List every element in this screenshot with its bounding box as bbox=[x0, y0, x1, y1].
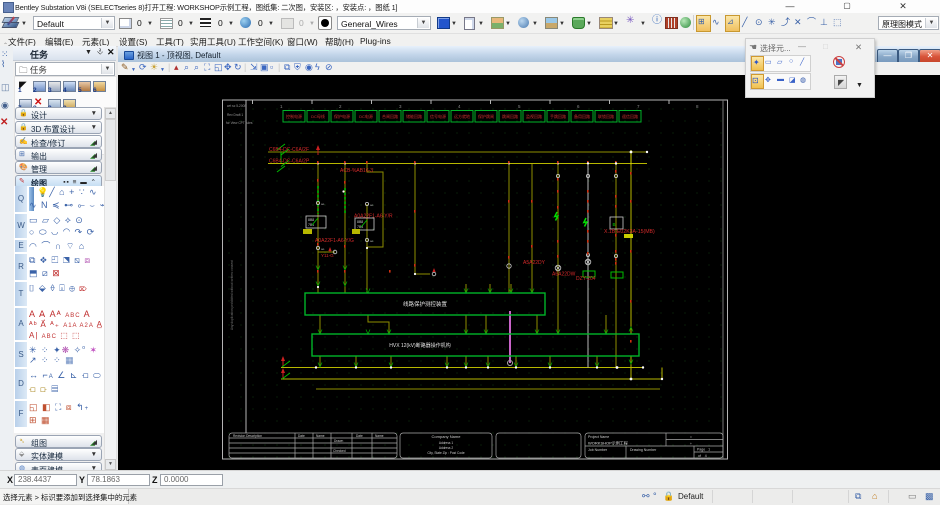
svg-text:Address 2: Address 2 bbox=[439, 446, 454, 450]
svg-text:oo: oo bbox=[321, 247, 325, 251]
svg-text:Drawn: Drawn bbox=[334, 439, 343, 443]
svg-text:City, State Zip : Post Code: City, State Zip : Post Code bbox=[427, 451, 465, 455]
svg-text:Project Name: Project Name bbox=[588, 435, 609, 439]
svg-text:信号电源: 信号电源 bbox=[430, 113, 446, 119]
svg-text:+: + bbox=[690, 442, 692, 446]
svg-text:Drawing Number: Drawing Number bbox=[630, 448, 657, 452]
svg-text:保护跳闸: 保护跳闸 bbox=[478, 113, 494, 119]
svg-text:Date: Date bbox=[298, 434, 305, 438]
svg-text:跳闸回路: 跳闸回路 bbox=[502, 113, 518, 119]
svg-text:8B8: 8B8 bbox=[308, 218, 314, 222]
svg-text:Date: Date bbox=[356, 434, 363, 438]
svg-text:HVX 12(kV)断路器操作机构: HVX 12(kV)断路器操作机构 bbox=[389, 342, 450, 349]
svg-text:for View CPT rules: for View CPT rules bbox=[226, 121, 253, 125]
svg-text:A6A22DW: A6A22DW bbox=[552, 272, 576, 278]
svg-text:遥信回路: 遥信回路 bbox=[622, 113, 638, 119]
svg-text:wrt sc 5-2008: wrt sc 5-2008 bbox=[227, 104, 246, 108]
svg-text:Name: Name bbox=[316, 434, 325, 438]
svg-text:Company Name: Company Name bbox=[432, 434, 462, 439]
svg-text:保护电源: 保护电源 bbox=[334, 113, 350, 119]
svg-text:联锁回路: 联锁回路 bbox=[598, 113, 614, 119]
svg-text:8B8: 8B8 bbox=[357, 220, 363, 224]
svg-text:Name: Name bbox=[375, 434, 384, 438]
svg-text:Address 1: Address 1 bbox=[439, 441, 454, 445]
svg-text:C6B4-DC-C6A/2F: C6B4-DC-C6A/2F bbox=[269, 147, 309, 153]
svg-text:合闸回路: 合闸回路 bbox=[382, 113, 398, 119]
svg-text:线路保护测控装置: 线路保护测控装置 bbox=[403, 300, 448, 308]
svg-text:Page 1: Page 1 bbox=[697, 448, 710, 452]
svg-text:B: B bbox=[613, 222, 616, 227]
svg-text:oo: oo bbox=[370, 239, 374, 243]
svg-text:ACB-%AB16-3: ACB-%AB16-3 bbox=[340, 168, 373, 174]
svg-text:远方就地: 远方就地 bbox=[454, 113, 470, 119]
svg-text:Checked: Checked bbox=[333, 449, 346, 453]
svg-text:A5A22DY: A5A22DY bbox=[523, 260, 546, 266]
svg-text:备用回路: 备用回路 bbox=[574, 113, 590, 119]
svg-text:Y11-G: Y11-G bbox=[321, 253, 334, 258]
svg-text:Rev Draft 1: Rev Draft 1 bbox=[227, 113, 243, 117]
svg-text:X.1B-E02K3A-15(MB): X.1B-E02K3A-15(MB) bbox=[604, 229, 655, 235]
svg-text:DC母线: DC母线 bbox=[311, 113, 325, 119]
svg-text:Any duplication prohibited wit: Any duplication prohibited without writt… bbox=[230, 260, 234, 330]
svg-text:WORKSHOP示例工程: WORKSHOP示例工程 bbox=[588, 440, 628, 446]
svg-text:oo: oo bbox=[321, 202, 325, 206]
svg-text:of 4: of 4 bbox=[698, 454, 707, 458]
svg-text:Revision Description: Revision Description bbox=[233, 434, 262, 438]
svg-text:监视回路: 监视回路 bbox=[526, 113, 542, 119]
svg-text:A0A22F1-A6-Y/R: A0A22F1-A6-Y/R bbox=[354, 214, 393, 220]
svg-text:手跳回路: 手跳回路 bbox=[550, 113, 566, 119]
svg-text:Job Number: Job Number bbox=[588, 448, 608, 452]
svg-text:DC电源: DC电源 bbox=[359, 113, 373, 119]
svg-text:A0A22F1-A6-Y/G: A0A22F1-A6-Y/G bbox=[315, 238, 354, 244]
svg-text:储能回路: 储能回路 bbox=[406, 113, 422, 119]
svg-text:oo: oo bbox=[370, 203, 374, 207]
svg-text:控制电源: 控制电源 bbox=[286, 113, 302, 119]
svg-text:C6B4-DC-C6A/2P: C6B4-DC-C6A/2P bbox=[269, 159, 310, 165]
svg-text:DZY-204: DZY-204 bbox=[576, 276, 596, 282]
svg-text:=: = bbox=[690, 435, 692, 439]
